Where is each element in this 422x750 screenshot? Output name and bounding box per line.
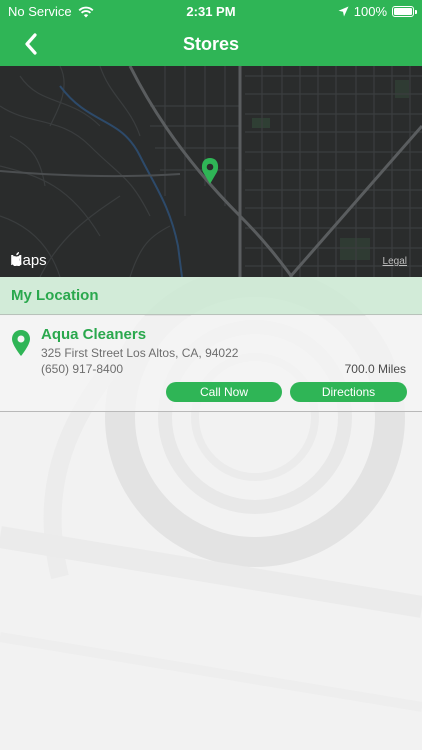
map-roads [0,66,422,277]
store-distance: 700.0 Miles [344,362,406,376]
map-view[interactable]: Maps Legal [0,66,422,277]
directions-button[interactable]: Directions [290,382,407,402]
status-bar: No Service 2:31 PM 100% [0,0,422,22]
nav-bar: Stores [0,22,422,66]
location-pin-icon [12,330,30,356]
battery-icon [392,6,417,17]
app-header: No Service 2:31 PM 100% Stores [0,0,422,66]
maps-logo: Maps [10,252,47,269]
status-right: 100% [338,4,417,19]
legal-link[interactable]: Legal [383,256,407,267]
location-arrow-icon [338,6,349,17]
store-name: Aqua Cleaners [41,326,147,343]
store-phone: (650) 917-8400 [41,362,124,376]
my-location-header: My Location [0,277,422,315]
battery-label: 100% [353,4,387,19]
apple-logo-icon [11,252,22,266]
store-address: 325 First Street Los Altos, CA, 94022 [41,346,239,360]
page-title: Stores [182,34,240,54]
call-now-button[interactable]: Call Now [166,382,282,402]
store-list-item[interactable]: Aqua Cleaners 325 First Street Los Altos… [0,316,422,412]
section-title: My Location [11,287,99,304]
